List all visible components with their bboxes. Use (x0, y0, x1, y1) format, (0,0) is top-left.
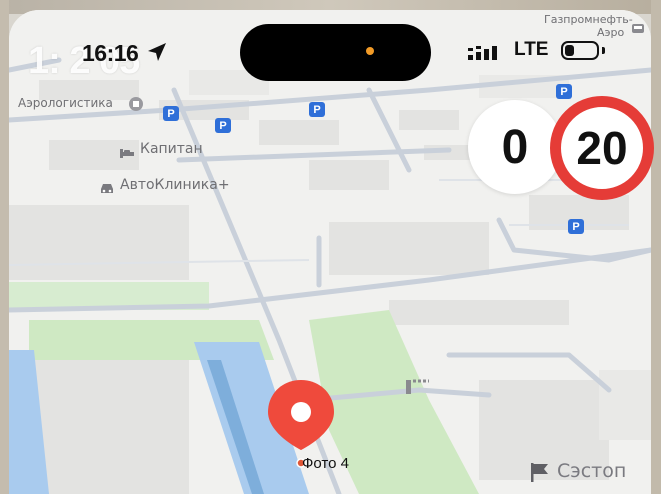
map-label-sestop[interactable]: Сэстоп (557, 460, 626, 482)
fuel-icon (631, 20, 645, 34)
battery-icon (561, 41, 599, 60)
parking-icon[interactable]: P (309, 102, 325, 117)
map-label-aerologistika[interactable]: Аэрологистика (18, 96, 113, 110)
speed-limit-sign: 20 (550, 96, 654, 200)
mic-indicator-dot (366, 47, 374, 55)
location-arrow-icon (146, 41, 168, 67)
parking-icon[interactable]: P (215, 118, 231, 133)
status-time: 16:16 (82, 40, 139, 66)
dynamic-island (240, 24, 431, 81)
parking-icon[interactable]: P (163, 106, 179, 121)
map-label-aero[interactable]: Аэро (597, 26, 624, 39)
store-icon (129, 96, 143, 115)
map-label-gazpromneft[interactable]: Газпромнефть- (544, 13, 633, 26)
flag-icon (529, 462, 551, 486)
battery-tip (602, 47, 605, 54)
battery-level (565, 45, 574, 56)
parking-icon[interactable]: P (556, 84, 572, 99)
signal-icon (468, 44, 504, 66)
hotel-icon (119, 144, 135, 163)
device-frame-left (0, 0, 9, 494)
current-speed: 0 (468, 100, 562, 194)
car-icon (99, 180, 115, 199)
parking-icon[interactable]: P (568, 219, 584, 234)
device-frame-right (651, 0, 661, 494)
map-label-kapitan[interactable]: Капитан (140, 141, 203, 157)
network-type: LTE (514, 39, 549, 60)
map-label-avtoklinika[interactable]: АвтоКлиника+ (120, 177, 230, 193)
photo-label: Фото 4 (302, 455, 349, 472)
screen: Газпромнефть- Аэро Аэрологистика Капитан… (0, 0, 661, 494)
railway-icon (403, 377, 431, 399)
